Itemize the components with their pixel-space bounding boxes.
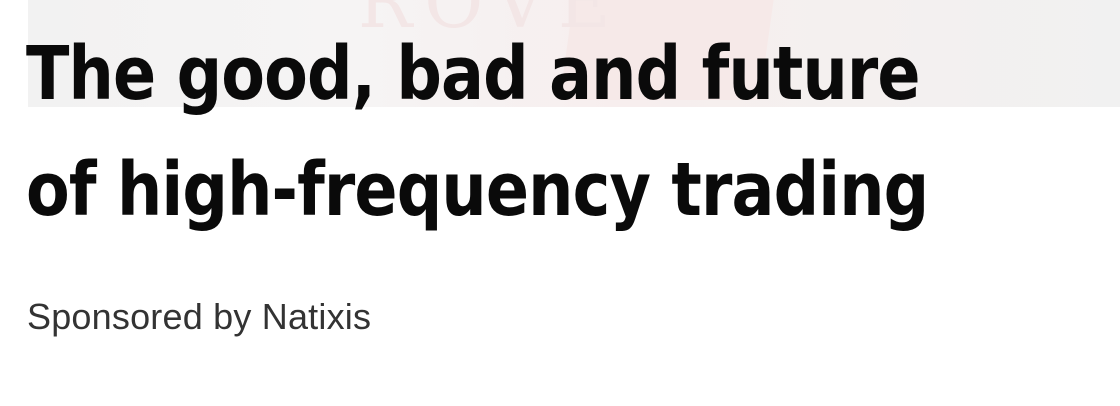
headline: The good, bad and future of high-frequen… <box>26 31 929 233</box>
article-header: ROVE The good, bad and future of high-fr… <box>0 0 1120 406</box>
sponsor-label: Sponsored by Natixis <box>27 296 372 337</box>
